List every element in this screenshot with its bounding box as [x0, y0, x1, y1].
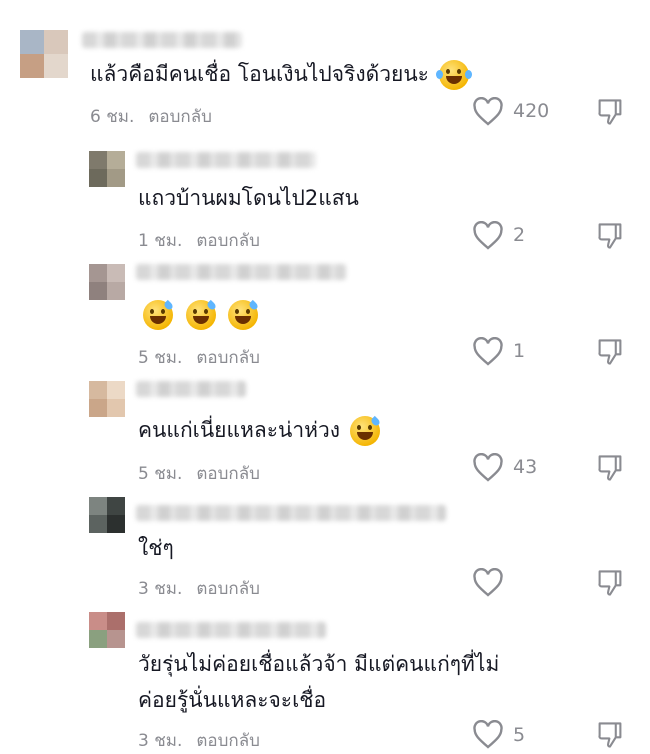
comment-time: 3 ชม. — [138, 731, 183, 751]
thumbs-down-icon[interactable] — [596, 453, 626, 483]
reply-button[interactable]: ตอบกลับ — [196, 464, 260, 484]
comment-text-line-2: ค่อยรู้นั่นแหละจะเชื่อ — [138, 688, 327, 712]
comment-time: 5 ชม. — [138, 464, 183, 484]
avatar[interactable] — [20, 30, 68, 78]
reply-button[interactable]: ตอบกลับ — [196, 231, 260, 251]
comment-text: แล้วคือมีคนเชื่อ โอนเงินไปจริงด้วยนะ — [90, 58, 472, 90]
comment-meta: 5 ชม. ตอบกลับ — [138, 344, 260, 371]
comment-text: แถวบ้านผมโดนไป2แสน — [138, 186, 359, 210]
comment-time: 5 ชม. — [138, 348, 183, 368]
username-blurred[interactable] — [136, 622, 326, 638]
thumbs-down-icon[interactable] — [596, 720, 626, 750]
comment-meta: 1 ชม. ตอบกลับ — [138, 227, 260, 254]
avatar[interactable] — [89, 381, 125, 417]
thumbs-down-icon[interactable] — [596, 97, 626, 127]
like-count: 43 — [513, 456, 538, 478]
comment-time: 3 ชม. — [138, 579, 183, 599]
like-count: 1 — [513, 340, 526, 362]
avatar[interactable] — [89, 497, 125, 533]
like-count: 2 — [513, 224, 526, 246]
like-count: 5 — [513, 724, 526, 746]
username-blurred[interactable] — [136, 505, 446, 521]
sweat-smile-emoji — [228, 299, 260, 330]
heart-outline-icon[interactable] — [472, 567, 508, 598]
comment-time: 6 ชม. — [90, 107, 135, 127]
comment-text: คนแก่เนี่ยแหละน่าห่วง — [138, 414, 381, 446]
sweat-smile-emoji — [349, 415, 381, 446]
reply-button[interactable]: ตอบกลับ — [148, 107, 212, 127]
reply-button[interactable]: ตอบกลับ — [196, 579, 260, 599]
comment-meta: 3 ชม. ตอบกลับ — [138, 575, 260, 602]
thumbs-down-icon[interactable] — [596, 337, 626, 367]
comment-meta: 3 ชม. ตอบกลับ — [138, 727, 260, 754]
comment-text: ใช่ๆ — [138, 536, 174, 560]
comment-meta: 6 ชม. ตอบกลับ — [90, 103, 212, 130]
comment-meta: 5 ชม. ตอบกลับ — [138, 460, 260, 487]
joy-emoji — [435, 60, 472, 90]
thumbs-down-icon[interactable] — [596, 221, 626, 251]
thumbs-down-icon[interactable] — [596, 568, 626, 598]
username-blurred[interactable] — [136, 152, 316, 168]
avatar[interactable] — [89, 264, 125, 300]
sweat-smile-emoji — [185, 299, 217, 330]
reply-button[interactable]: ตอบกลับ — [196, 731, 260, 751]
comment-time: 1 ชม. — [138, 231, 183, 251]
heart-outline-icon[interactable] — [472, 452, 508, 483]
avatar[interactable] — [89, 151, 125, 187]
comment-text-line-1: วัยรุ่นไม่ค่อยเชื่อแล้วจ้า มีแต่คนแก่ๆที… — [138, 652, 500, 676]
sweat-smile-emoji — [143, 299, 175, 330]
heart-outline-icon[interactable] — [472, 336, 508, 367]
comment-text — [140, 298, 260, 330]
reply-button[interactable]: ตอบกลับ — [196, 348, 260, 368]
username-blurred[interactable] — [82, 32, 242, 48]
username-blurred[interactable] — [136, 264, 346, 280]
like-count: 420 — [513, 100, 550, 122]
avatar[interactable] — [89, 612, 125, 648]
heart-outline-icon[interactable] — [472, 719, 508, 750]
heart-outline-icon[interactable] — [472, 220, 508, 251]
username-blurred[interactable] — [136, 381, 246, 397]
heart-outline-icon[interactable] — [472, 96, 508, 127]
